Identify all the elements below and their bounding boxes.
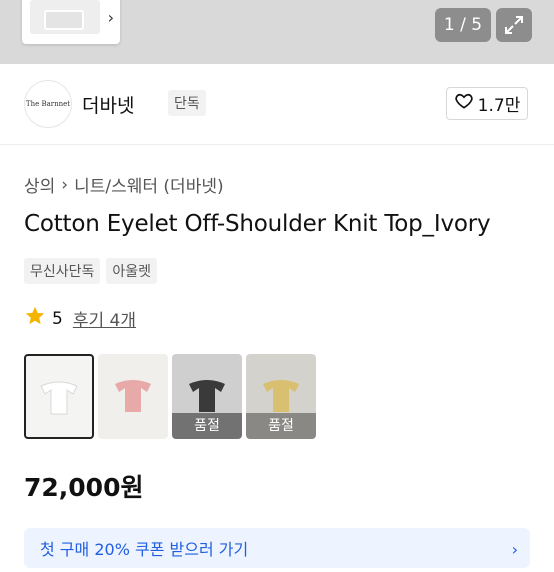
rating: 5 후기 4개: [24, 305, 136, 332]
thumbnail-image: [30, 0, 100, 34]
brand-name[interactable]: 더바넷: [82, 91, 134, 118]
option-ivory[interactable]: [24, 354, 94, 439]
option-yellow[interactable]: 품절: [246, 354, 316, 439]
like-count: 1.7만: [477, 96, 521, 116]
tag-outlet: 아울렛: [106, 258, 158, 284]
first-purchase-coupon-banner[interactable]: 첫 구매 20% 쿠폰 받으러 가기 ›: [24, 528, 530, 568]
chevron-right-icon: ›: [61, 174, 69, 195]
divider: [0, 144, 554, 145]
product-tags: 무신사단독 아울렛: [24, 258, 158, 284]
option-pink[interactable]: [98, 354, 168, 439]
brand-row: The Barnnet 더바넷 단독 1.7만: [24, 80, 530, 130]
heart-icon: [454, 91, 474, 116]
rating-score: 5: [52, 308, 63, 329]
chevron-right-icon[interactable]: ›: [108, 8, 114, 27]
like-button[interactable]: 1.7만: [446, 87, 528, 120]
expand-icon[interactable]: [496, 8, 532, 42]
product-image-gallery[interactable]: › 1 / 5: [0, 0, 554, 64]
garment-thumbnail: [115, 380, 151, 412]
tag-musinsa-exclusive: 무신사단독: [24, 258, 101, 284]
image-counter: 1 / 5: [435, 8, 491, 42]
option-black[interactable]: 품절: [172, 354, 242, 439]
brand-exclusive-badge: 단독: [168, 90, 206, 116]
garment-thumbnail: [263, 380, 299, 412]
breadcrumb: 상의 › 니트/스웨터 (더바넷): [24, 172, 224, 198]
breadcrumb-subcategory[interactable]: 니트/스웨터 (더바넷): [74, 172, 224, 197]
sold-out-overlay: 품절: [172, 413, 242, 439]
color-options: 품절 품절: [24, 354, 316, 439]
product-title: Cotton Eyelet Off-Shoulder Knit Top_Ivor…: [24, 211, 491, 237]
product-price: 72,000원: [24, 473, 144, 502]
star-icon: [24, 305, 46, 332]
garment-thumbnail: [40, 381, 78, 415]
review-count-link[interactable]: 후기 4개: [73, 306, 136, 331]
breadcrumb-category[interactable]: 상의: [24, 172, 55, 197]
garment-thumbnail: [189, 380, 225, 412]
coupon-text: 첫 구매 20% 쿠폰 받으러 가기: [40, 540, 249, 559]
chevron-right-icon: ›: [511, 540, 518, 559]
sold-out-overlay: 품절: [246, 413, 316, 439]
brand-logo[interactable]: The Barnnet: [24, 80, 72, 128]
image-thumbnail[interactable]: ›: [22, 0, 120, 44]
